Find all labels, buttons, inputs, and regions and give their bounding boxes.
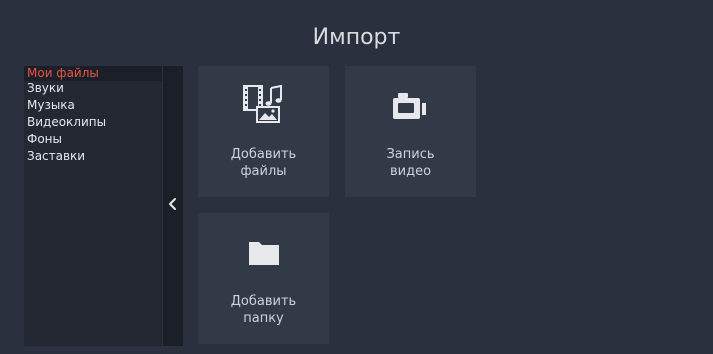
sidebar-item-music[interactable]: Музыка [24,98,162,113]
sidebar-item-backgrounds[interactable]: Фоны [24,132,162,147]
record-video-label-line1: Запись [386,147,435,162]
collapse-sidebar-button[interactable] [163,66,183,346]
sidebar-item-intros[interactable]: Заставки [24,149,162,164]
record-video-label-line2: видео [389,164,432,179]
page-title: Импорт [312,25,401,50]
media-files-icon [198,84,329,124]
add-files-label-line1: Добавить [230,147,297,162]
sidebar-item-my-files[interactable]: Мои файлы [24,66,162,81]
camcorder-icon [345,92,476,122]
add-folder-button[interactable]: Добавить папку [198,213,329,344]
add-files-button[interactable]: Добавить файлы [198,66,329,197]
folder-icon [198,238,329,268]
add-files-label-line2: файлы [240,164,287,179]
chevron-left-icon [169,198,176,210]
sidebar-item-sounds[interactable]: Звуки [24,81,162,96]
add-folder-label-line1: Добавить [230,294,297,309]
sidebar-item-video-clips[interactable]: Видеоклипы [24,115,162,130]
category-list: Мои файлы Звуки Музыка Видеоклипы Фоны З… [24,66,162,346]
add-folder-label-line2: папку [243,311,284,326]
record-video-button[interactable]: Запись видео [345,66,476,197]
